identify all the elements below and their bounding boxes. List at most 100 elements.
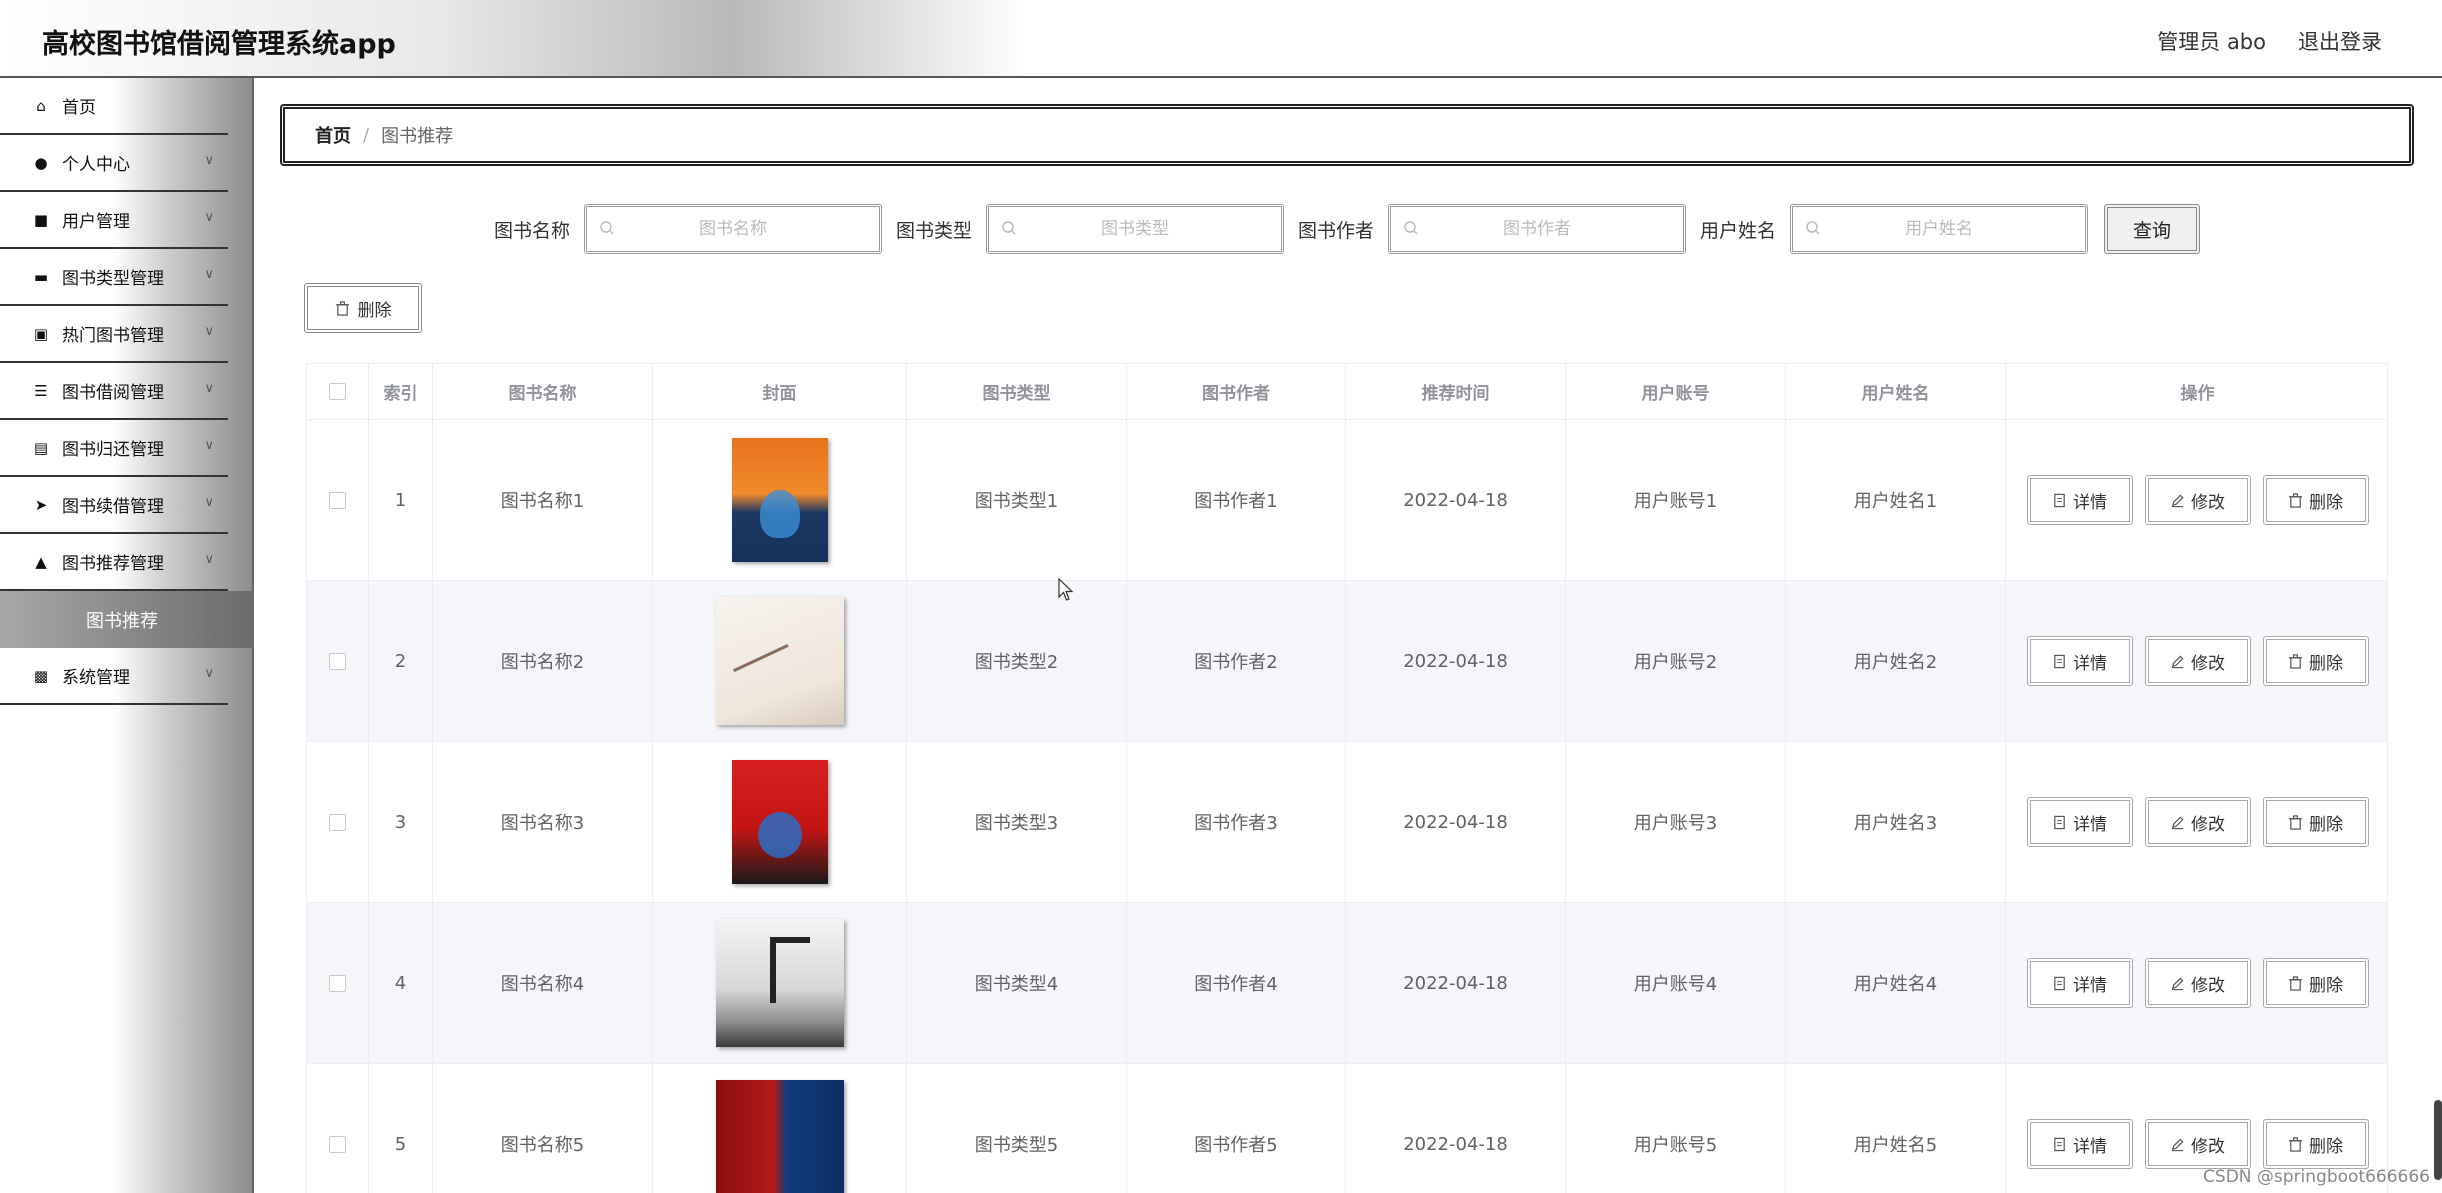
table-row: 3 图书名称3 图书类型3 图书作者3 2022-04-18 用户账号3 用户姓… (307, 742, 2387, 903)
sidebar-item-recommend-management[interactable]: ▲ 图书推荐管理 ∨ (0, 534, 228, 591)
table-row: 5 图书名称5 图书类型5 图书作者5 2022-04-18 用户账号5 用户姓… (307, 1064, 2387, 1193)
delete-button[interactable]: 删除 (2262, 797, 2369, 847)
delete-button[interactable]: 删除 (2262, 1119, 2369, 1169)
book-author-input[interactable] (1422, 219, 1653, 239)
delete-button[interactable]: 删除 (2262, 636, 2369, 686)
sidebar-item-label: 个人中心 (62, 155, 130, 175)
mouse-cursor-icon (1058, 578, 1074, 601)
actions-cell: 详情 修改 删除 (2006, 581, 2389, 741)
column-header: 图书名称 (433, 364, 653, 419)
document-icon (2054, 976, 2065, 990)
search-icon (600, 221, 614, 235)
user-name-cell: 用户姓名2 (1786, 581, 2006, 741)
row-checkbox[interactable] (329, 813, 346, 831)
sidebar-item-label: 用户管理 (62, 212, 130, 232)
sidebar-item-system-management[interactable]: ▩ 系统管理 ∨ (0, 648, 228, 705)
user-name-cell: 用户姓名1 (1786, 420, 2006, 580)
query-button[interactable]: 查询 (2104, 204, 2201, 254)
book-name-field[interactable] (584, 204, 883, 254)
cover-cell (653, 581, 907, 741)
edit-button[interactable]: 修改 (2144, 1119, 2251, 1169)
column-header: 用户账号 (1566, 364, 1786, 419)
batch-delete-label: 删除 (357, 300, 392, 321)
edit-label: 修改 (2191, 492, 2225, 513)
detail-button[interactable]: 详情 (2026, 958, 2133, 1008)
row-checkbox[interactable] (329, 652, 346, 670)
search-icon (1806, 221, 1820, 235)
edit-button[interactable]: 修改 (2144, 958, 2251, 1008)
detail-button[interactable]: 详情 (2026, 1119, 2133, 1169)
admin-name: 管理员 abo (2157, 30, 2266, 54)
batch-delete-button[interactable]: 删除 (304, 283, 422, 333)
book-author-cell: 图书作者5 (1127, 1064, 1346, 1193)
delete-label: 删除 (2309, 814, 2343, 835)
row-checkbox[interactable] (329, 974, 346, 992)
book-name-input[interactable] (618, 219, 849, 239)
select-cell (307, 420, 369, 580)
sidebar-item-return-management[interactable]: ▤ 图书归还管理 ∨ (0, 420, 228, 477)
book-type-input[interactable] (1020, 219, 1251, 239)
delete-button[interactable]: 删除 (2262, 958, 2369, 1008)
cover-cell (653, 1064, 907, 1193)
chevron-down-icon: ∨ (204, 666, 214, 681)
trash-icon (2288, 492, 2303, 508)
sidebar-subitem-book-recommend[interactable]: 图书推荐 (0, 591, 254, 648)
trash-icon (2288, 975, 2303, 991)
recommend-time-cell: 2022-04-18 (1346, 903, 1566, 1063)
delete-button[interactable]: 删除 (2262, 475, 2369, 525)
sidebar-item-label: 图书借阅管理 (62, 383, 164, 403)
chevron-down-icon: ∨ (204, 552, 214, 567)
document-icon (2054, 1137, 2065, 1151)
home-icon: ⌂ (36, 96, 46, 115)
user-account-cell: 用户账号3 (1566, 742, 1786, 902)
delete-label: 删除 (2309, 653, 2343, 674)
document-icon (2054, 654, 2065, 668)
edit-icon (2171, 493, 2184, 507)
chevron-down-icon: ∨ (204, 210, 214, 225)
breadcrumb-home[interactable]: 首页 (315, 122, 351, 148)
sidebar-item-hot-book-management[interactable]: ▣ 热门图书管理 ∨ (0, 306, 228, 363)
edit-button[interactable]: 修改 (2144, 475, 2251, 525)
user-name-field[interactable] (1790, 204, 2089, 254)
clipboard-icon: ▤ (33, 438, 49, 457)
sidebar-item-user-management[interactable]: ■ 用户管理 ∨ (0, 192, 228, 249)
edit-icon (2171, 976, 2184, 990)
sidebar-item-label: 首页 (62, 98, 96, 118)
chevron-down-icon: ∨ (204, 438, 214, 453)
edit-icon (2171, 654, 2184, 668)
logout-link[interactable]: 退出登录 (2298, 26, 2382, 56)
sidebar-item-home[interactable]: ⌂ 首页 (0, 78, 228, 135)
breadcrumb: 首页 / 图书推荐 (280, 104, 2414, 166)
book-author-field[interactable] (1388, 204, 1687, 254)
user-name-input[interactable] (1824, 219, 2055, 239)
book-type-field[interactable] (986, 204, 1285, 254)
row-checkbox[interactable] (329, 1135, 346, 1153)
detail-label: 详情 (2073, 1136, 2107, 1157)
row-checkbox[interactable] (329, 491, 346, 509)
edit-button[interactable]: 修改 (2144, 797, 2251, 847)
page-scrollbar[interactable] (2434, 1100, 2442, 1180)
edit-label: 修改 (2191, 975, 2225, 996)
book-name-cell: 图书名称5 (433, 1064, 653, 1193)
select-all-checkbox[interactable] (329, 383, 346, 400)
detail-button[interactable]: 详情 (2026, 797, 2133, 847)
sidebar-item-renew-management[interactable]: ➤ 图书续借管理 ∨ (0, 477, 228, 534)
person-icon: ● (34, 153, 48, 172)
edit-button[interactable]: 修改 (2144, 636, 2251, 686)
book-name-cell: 图书名称1 (433, 420, 653, 580)
user-upload-icon: ▲ (35, 552, 47, 571)
sidebar-item-borrow-management[interactable]: ☰ 图书借阅管理 ∨ (0, 363, 228, 420)
detail-button[interactable]: 详情 (2026, 475, 2133, 525)
detail-button[interactable]: 详情 (2026, 636, 2133, 686)
column-header: 图书类型 (907, 364, 1127, 419)
column-header: 封面 (653, 364, 907, 419)
cover-cell (653, 420, 907, 580)
detail-label: 详情 (2073, 492, 2107, 513)
recommend-time-cell: 2022-04-18 (1346, 742, 1566, 902)
sidebar-item-book-type-management[interactable]: ▬ 图书类型管理 ∨ (0, 249, 228, 306)
select-cell (307, 742, 369, 902)
index-cell: 1 (369, 420, 433, 580)
header-user-area: 管理员 abo 退出登录 (2157, 26, 2382, 56)
book-cover-image (715, 919, 844, 1047)
sidebar-item-personal-center[interactable]: ● 个人中心 ∨ (0, 135, 228, 192)
